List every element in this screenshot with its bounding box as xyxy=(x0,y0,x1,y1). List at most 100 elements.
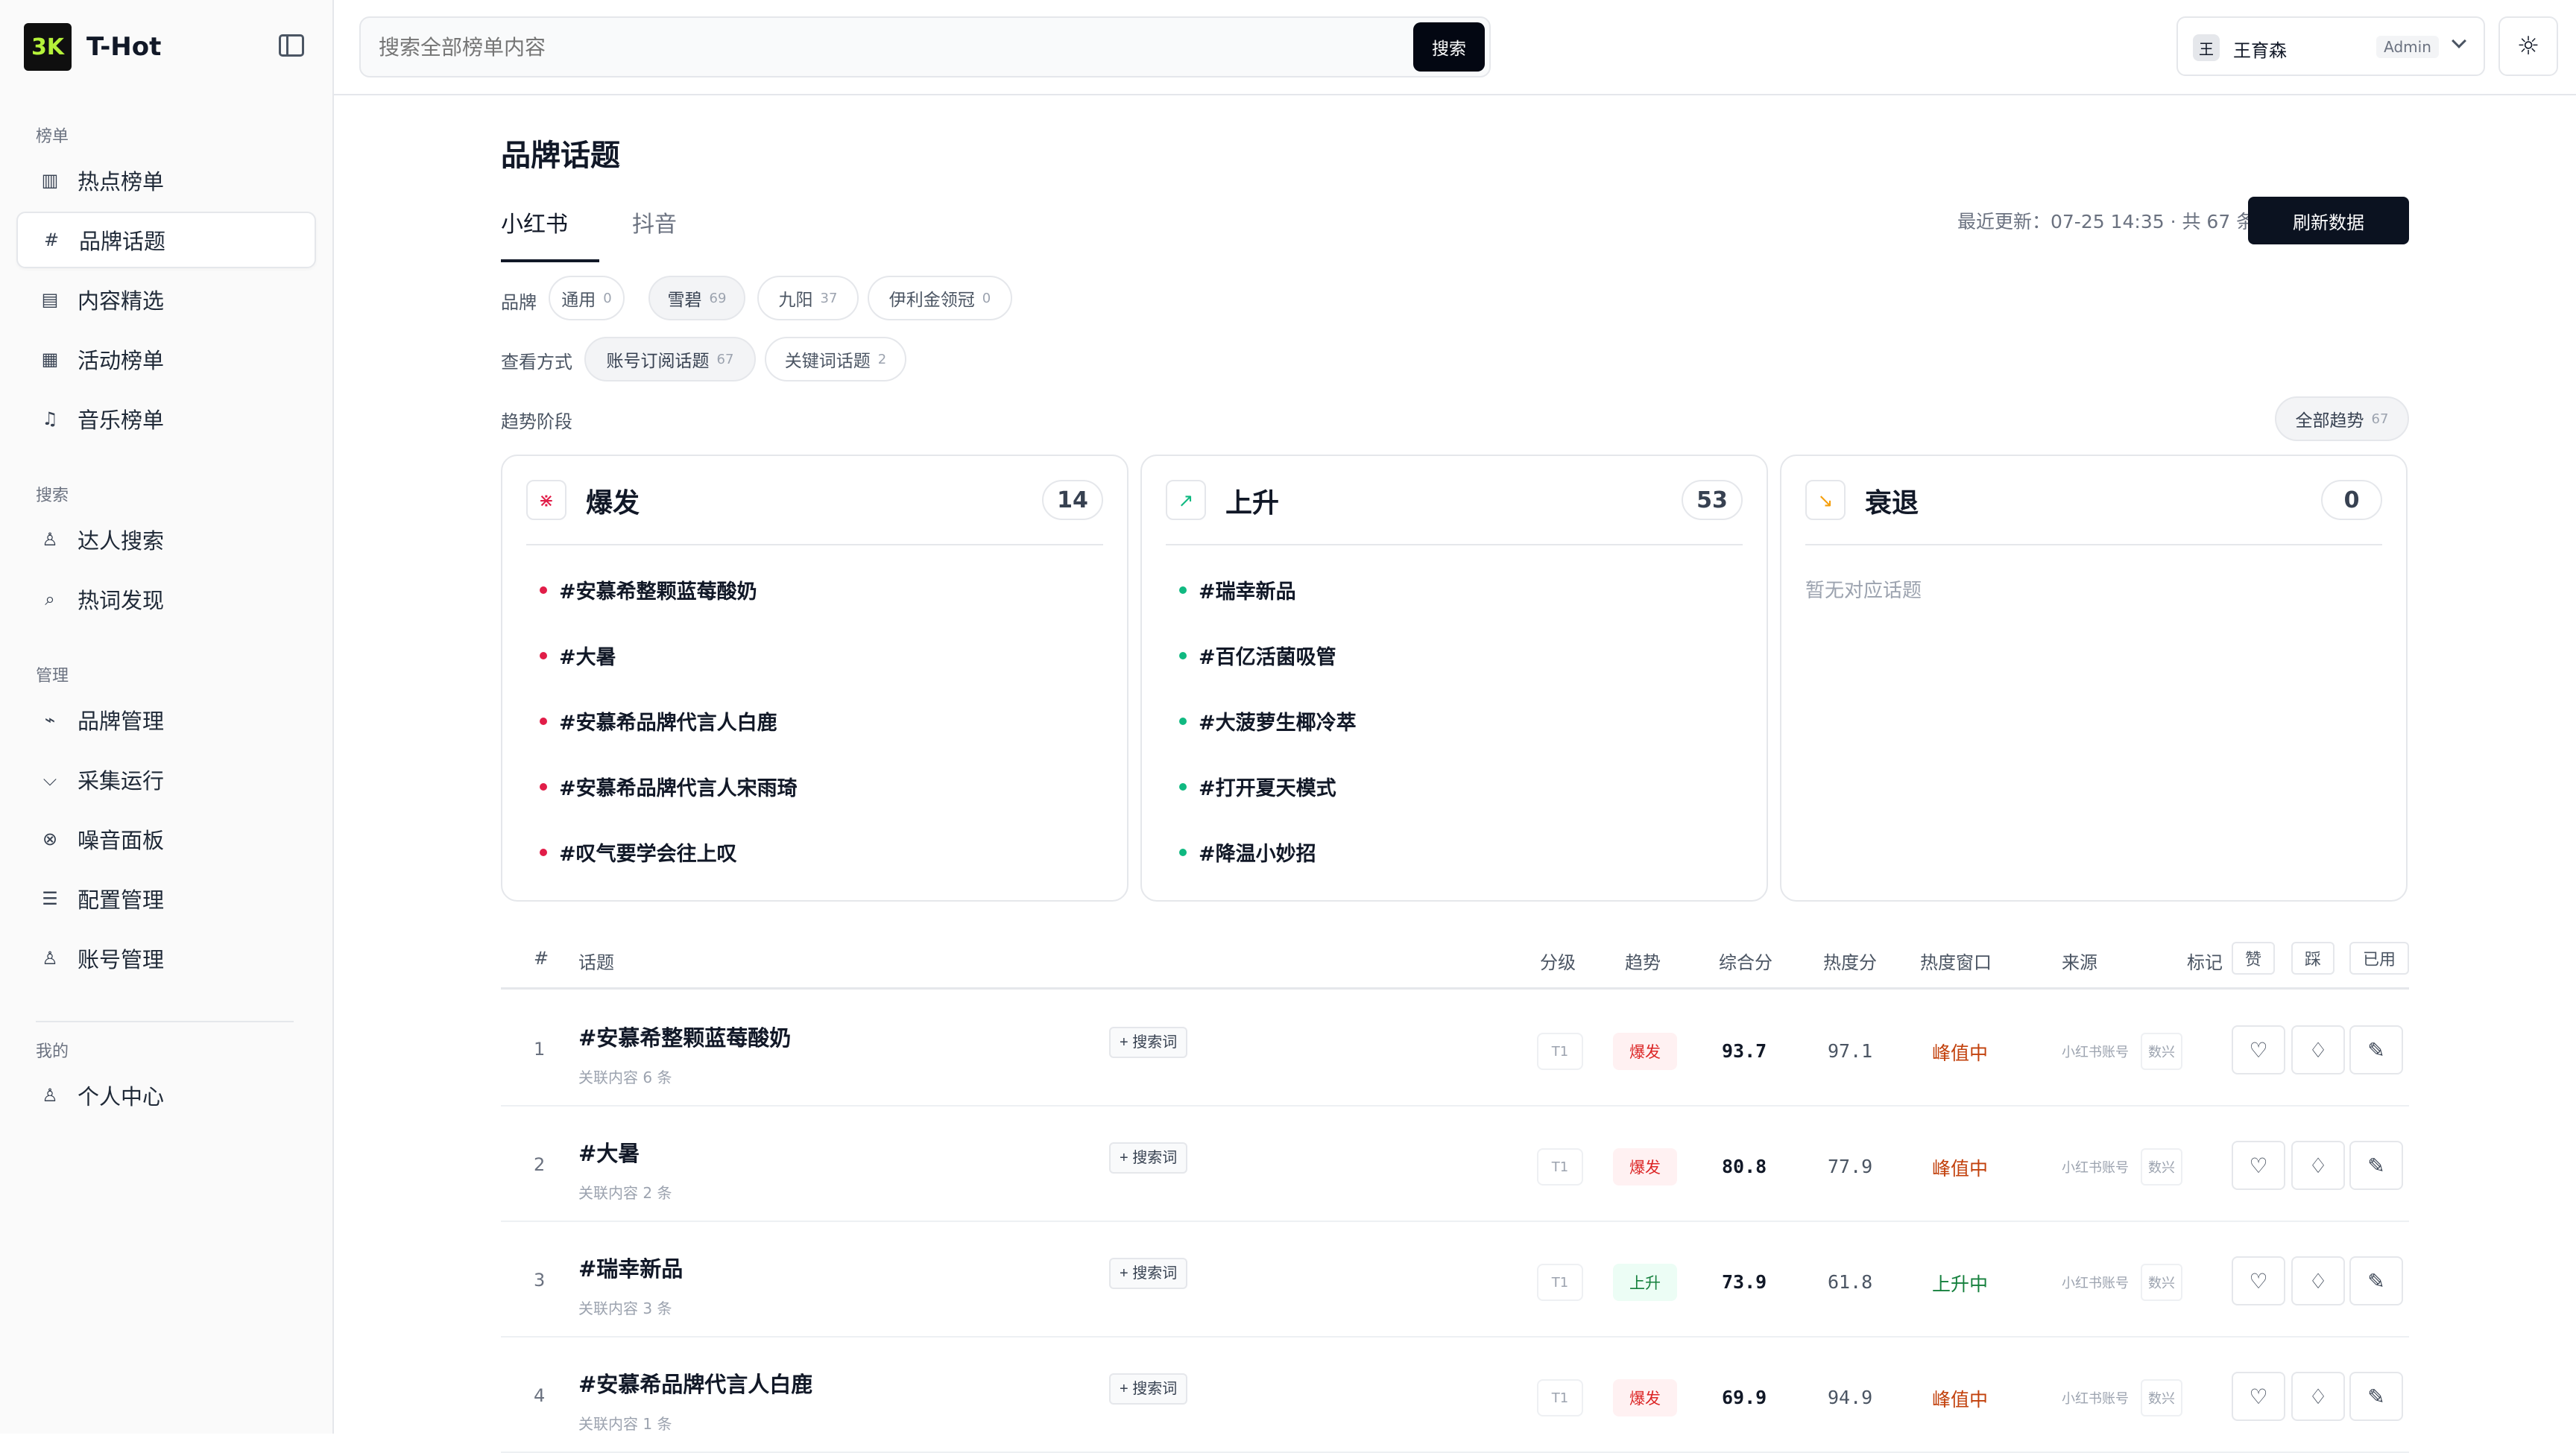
grade-badge: T1 xyxy=(1537,1264,1583,1301)
global-search: 搜索 xyxy=(359,16,1491,77)
brand-chip-yili[interactable]: 伊利金领冠 0 xyxy=(868,276,1012,320)
trend-topic[interactable]: #降温小妙招 xyxy=(1179,838,1316,867)
mark-used-filter[interactable]: 已用 xyxy=(2349,942,2409,975)
edit-button[interactable]: ✎ xyxy=(2349,1256,2403,1305)
trend-card-decline: ↘ 衰退 0 暂无对应话题 xyxy=(1780,455,2408,902)
sidebar-item-label: 配置管理 xyxy=(78,887,165,913)
chevron-down-icon xyxy=(2452,34,2466,48)
heat-score: 94.9 xyxy=(1828,1387,1873,1408)
card-divider xyxy=(1805,544,2382,545)
trend-topic[interactable]: #叹气要学会往上叹 xyxy=(540,838,737,867)
sidebar-item-collection-run[interactable]: ⌵ 采集运行 xyxy=(16,751,316,808)
page-title: 品牌话题 xyxy=(501,139,620,173)
trend-topic[interactable]: #安慕希品牌代言人白鹿 xyxy=(540,706,777,735)
row-rank: 4 xyxy=(534,1385,546,1406)
trend-topic[interactable]: #大暑 xyxy=(540,641,616,670)
source-name: 小红书账号 xyxy=(2062,1045,2129,1060)
brand-chip-sprite[interactable]: 雪碧 69 xyxy=(648,276,745,320)
dislike-button[interactable]: ♢ xyxy=(2291,1256,2345,1305)
trend-topic[interactable]: #安慕希品牌代言人宋雨琦 xyxy=(540,772,798,801)
chip-label: 关键词话题 xyxy=(784,352,871,371)
row-topic-title[interactable]: #大暑 xyxy=(578,1136,640,1168)
trend-card-count: 53 xyxy=(1682,480,1743,520)
nav-group-mine: 我的 ♙ 个人中心 xyxy=(16,1037,316,1127)
column-topic: 话题 xyxy=(578,952,614,973)
refresh-data-button[interactable]: 刷新数据 xyxy=(2248,197,2409,244)
trend-topic-label: #大暑 xyxy=(559,646,616,669)
dislike-button[interactable]: ♢ xyxy=(2291,1372,2345,1421)
sidebar-item-keyword-discovery[interactable]: ⌕ 热词发现 xyxy=(16,571,316,627)
sun-icon[interactable]: ☼ xyxy=(2498,16,2558,76)
heat-score: 77.9 xyxy=(1828,1156,1873,1177)
column-window: 热度窗口 xyxy=(1920,952,1992,973)
mark-like-filter[interactable]: 赞 xyxy=(2232,942,2276,975)
chip-label: 九阳 xyxy=(778,291,813,310)
sidebar-item-noise-panel[interactable]: ⊗ 噪音面板 xyxy=(16,811,316,867)
trend-topic[interactable]: #打开夏天模式 xyxy=(1179,772,1336,801)
brand-filter-label: 品牌 xyxy=(501,292,537,313)
tab-xiaohongshu[interactable]: 小红书 xyxy=(501,206,599,262)
like-button[interactable]: ♡ xyxy=(2232,1025,2285,1074)
trend-badge: 爆发 xyxy=(1613,1033,1677,1070)
trend-card-title: 爆发 xyxy=(586,488,640,519)
trend-topic-label: #安慕希整颗蓝莓酸奶 xyxy=(559,580,757,604)
view-chip-account-topics[interactable]: 账号订阅话题 67 xyxy=(584,337,756,382)
view-chip-keyword-topics[interactable]: 关键词话题 2 xyxy=(765,337,906,382)
app-name: T-Hot xyxy=(86,32,162,62)
dislike-button[interactable]: ♢ xyxy=(2291,1025,2345,1074)
user-menu[interactable]: 王 王育森 Admin xyxy=(2176,16,2485,76)
edit-button[interactable]: ✎ xyxy=(2349,1141,2403,1190)
chip-count: 0 xyxy=(603,290,612,306)
sidebar-item-music-lists[interactable]: ♫ 音乐榜单 xyxy=(16,390,316,447)
trend-card-burst: ⋇ 爆发 14 #安慕希整颗蓝莓酸奶 #大暑 #安慕希品牌代言人白鹿 #安慕希品… xyxy=(501,455,1128,902)
brand-chip-joyoung[interactable]: 九阳 37 xyxy=(757,276,859,320)
row-rank: 1 xyxy=(534,1039,546,1060)
sidebar-item-creator-search[interactable]: ♙ 达人搜索 xyxy=(16,511,316,568)
edit-icon: ✎ xyxy=(2367,1269,2385,1293)
source-name: 小红书账号 xyxy=(2062,1160,2129,1176)
trend-topic-label: #安慕希品牌代言人宋雨琦 xyxy=(559,777,798,800)
calendar-icon: ▦ xyxy=(41,349,59,370)
chip-count: 0 xyxy=(982,290,991,306)
sidebar-item-hot-lists[interactable]: ▥ 热点榜单 xyxy=(16,152,316,209)
add-search-keyword-button[interactable]: + 搜索词 xyxy=(1109,1027,1188,1058)
sidebar: 3K T-Hot 榜单 ▥ 热点榜单 # 品牌话题 ▤ 内容精选 ▦ 活动榜单 ♫ 音乐榜… xyxy=(0,0,334,1434)
add-search-keyword-button[interactable]: + 搜索词 xyxy=(1109,1258,1188,1289)
sidebar-item-brand-management[interactable]: ⌁ 品牌管理 xyxy=(16,691,316,748)
row-topic-title[interactable]: #安慕希品牌代言人白鹿 xyxy=(578,1367,812,1399)
trend-up-icon: ↗ xyxy=(1166,480,1206,520)
add-search-keyword-button[interactable]: + 搜索词 xyxy=(1109,1373,1188,1405)
sidebar-item-profile[interactable]: ♙ 个人中心 xyxy=(16,1067,316,1124)
tab-douyin[interactable]: 抖音 xyxy=(632,206,684,262)
sidebar-item-account-management[interactable]: ♙ 账号管理 xyxy=(16,930,316,987)
people-search-icon: ♙ xyxy=(42,529,58,550)
edit-button[interactable]: ✎ xyxy=(2349,1025,2403,1074)
sidebar-item-content-picks[interactable]: ▤ 内容精选 xyxy=(16,271,316,328)
trend-topic[interactable]: #大菠萝生椰冷萃 xyxy=(1179,706,1357,735)
search-button[interactable]: 搜索 xyxy=(1413,22,1485,72)
sidebar-collapse-icon[interactable] xyxy=(279,34,304,57)
trend-topic[interactable]: #安慕希整颗蓝莓酸奶 xyxy=(540,575,757,604)
row-topic-title[interactable]: #瑞幸新品 xyxy=(578,1252,683,1283)
sidebar-item-label: 个人中心 xyxy=(78,1084,165,1109)
brand-chip-general[interactable]: 通用 0 xyxy=(549,276,625,320)
sidebar-item-config-management[interactable]: ☰ 配置管理 xyxy=(16,870,316,927)
like-button[interactable]: ♡ xyxy=(2232,1372,2285,1421)
sidebar-item-label: 噪音面板 xyxy=(78,828,165,853)
like-button[interactable]: ♡ xyxy=(2232,1256,2285,1305)
source-name: 小红书账号 xyxy=(2062,1391,2129,1407)
hash-icon: # xyxy=(43,229,60,250)
trend-topic-label: #降温小妙招 xyxy=(1199,843,1316,866)
row-topic-title[interactable]: #安慕希整颗蓝莓酸奶 xyxy=(578,1021,791,1052)
add-search-keyword-button[interactable]: + 搜索词 xyxy=(1109,1142,1188,1174)
like-button[interactable]: ♡ xyxy=(2232,1141,2285,1190)
trend-topic[interactable]: #百亿活菌吸管 xyxy=(1179,641,1336,670)
search-input[interactable] xyxy=(379,28,1363,66)
edit-button[interactable]: ✎ xyxy=(2349,1372,2403,1421)
mark-dislike-filter[interactable]: 踩 xyxy=(2291,942,2335,975)
sidebar-item-activity-lists[interactable]: ▦ 活动榜单 xyxy=(16,331,316,387)
dislike-button[interactable]: ♢ xyxy=(2291,1141,2345,1190)
sidebar-item-brand-topics[interactable]: # 品牌话题 xyxy=(16,212,316,268)
trend-topic[interactable]: #瑞幸新品 xyxy=(1179,575,1296,604)
all-trends-chip[interactable]: 全部趋势 67 xyxy=(2275,396,2409,441)
